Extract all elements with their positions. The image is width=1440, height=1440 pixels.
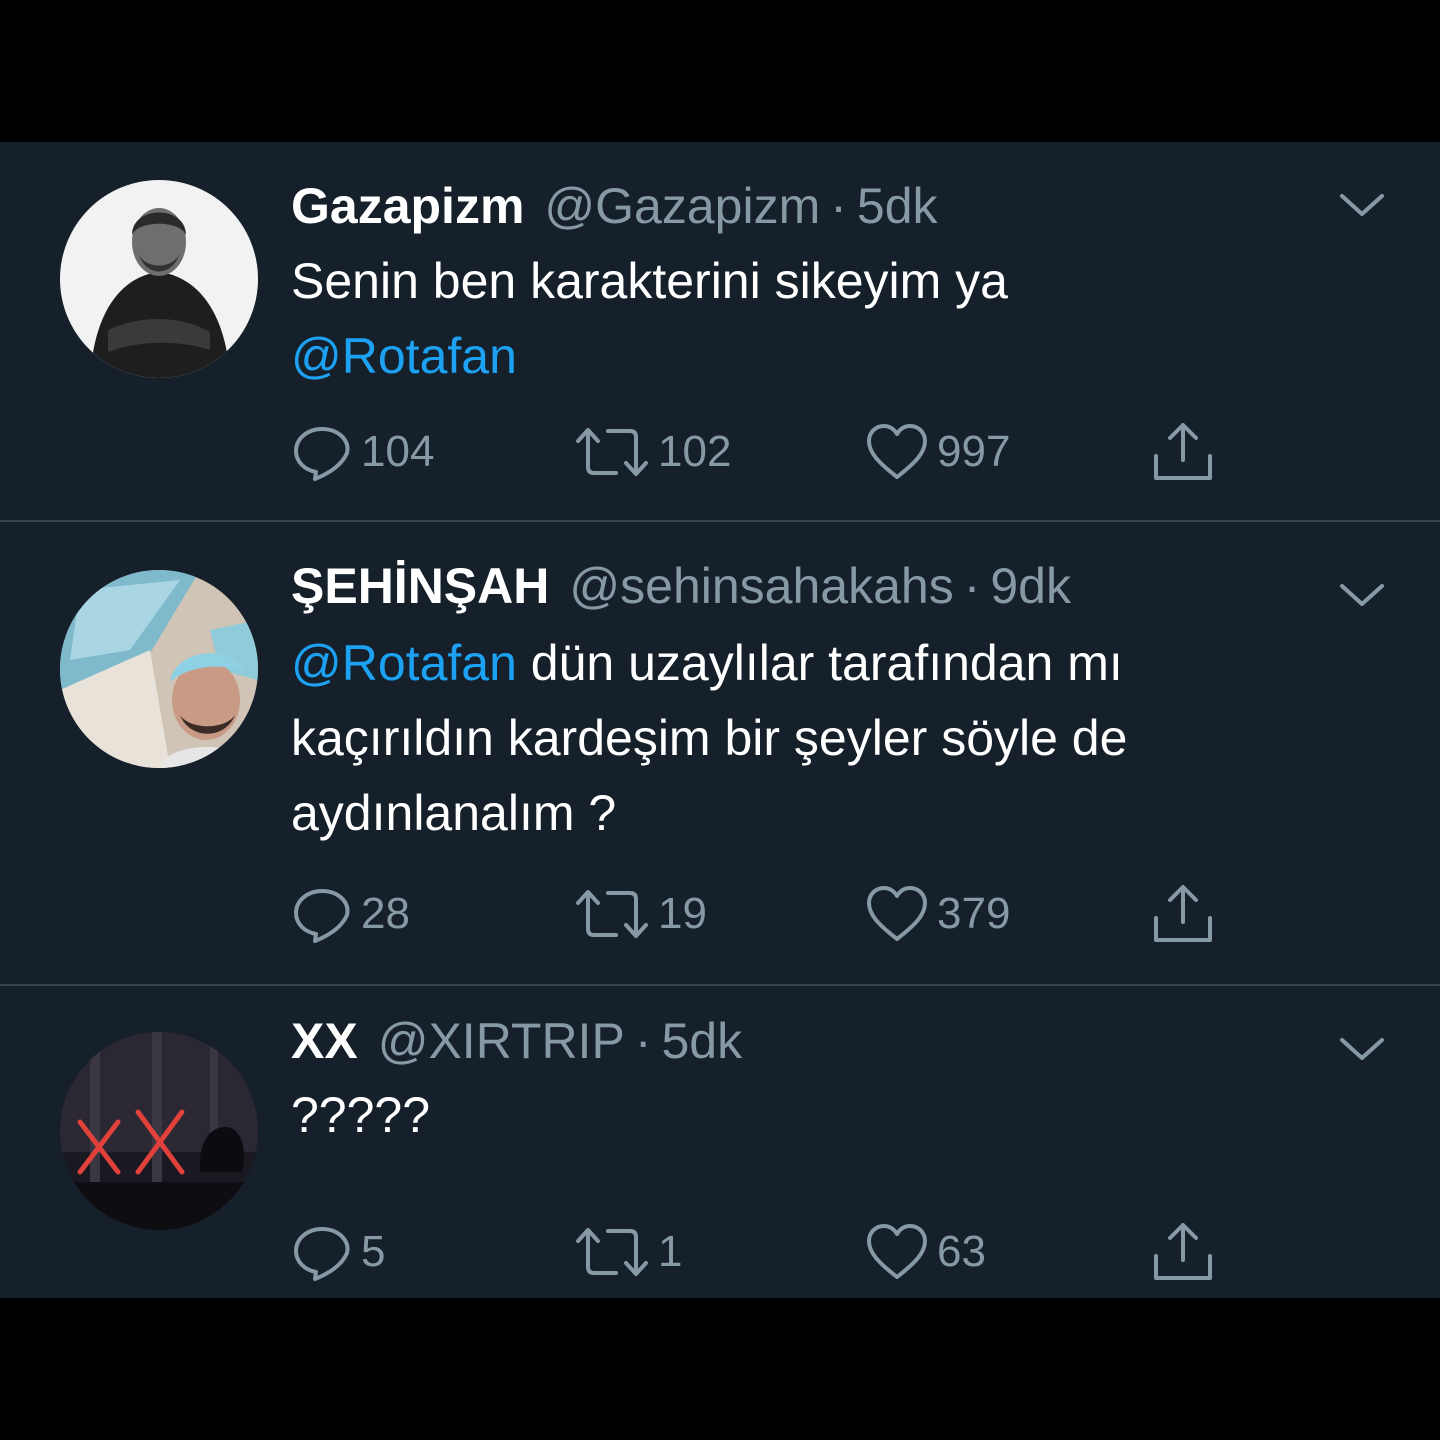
reply-count: 28 <box>361 889 410 938</box>
chevron-down-icon[interactable] <box>1338 1034 1386 1064</box>
timestamp[interactable]: 5dk <box>661 1011 742 1071</box>
tweet-header: ŞEHİNŞAH @sehinsahakahs · 9dk <box>291 551 1071 621</box>
chevron-down-icon[interactable] <box>1338 190 1386 220</box>
reply-icon <box>294 1227 350 1281</box>
tweet-text-line: ????? <box>291 1087 431 1143</box>
share-button[interactable] <box>1151 1219 1215 1285</box>
reply-count: 5 <box>361 1227 386 1276</box>
heart-icon <box>867 886 927 941</box>
retweet-button[interactable]: 1 <box>574 1219 682 1285</box>
heart-icon <box>867 424 927 479</box>
tweet-actions: 104 102 997 <box>291 419 1251 485</box>
retweet-count: 102 <box>658 427 732 476</box>
avatar-image <box>60 180 258 378</box>
heart-icon <box>867 1224 927 1279</box>
avatar-image <box>60 1032 258 1230</box>
retweet-icon <box>576 428 648 476</box>
user-handle[interactable]: @sehinsahakahs <box>569 556 953 616</box>
tweet-header: XX @XIRTRIP · 5dk <box>291 1006 742 1076</box>
retweet-icon <box>576 890 648 938</box>
timestamp[interactable]: 5dk <box>857 176 938 236</box>
separator: · <box>830 178 847 234</box>
share-button[interactable] <box>1151 881 1215 947</box>
like-button[interactable]: 379 <box>865 881 1010 947</box>
display-name[interactable]: ŞEHİNŞAH <box>291 556 549 616</box>
tweet-actions: 28 19 379 <box>291 881 1251 947</box>
separator: · <box>963 558 981 614</box>
reply-button[interactable]: 104 <box>291 419 434 485</box>
avatar[interactable] <box>60 1032 258 1230</box>
like-button[interactable]: 997 <box>865 419 1010 485</box>
tweet-text: Senin ben karakterini sikeyim ya @Rotafa… <box>291 244 1371 394</box>
reply-count: 104 <box>361 427 435 476</box>
user-handle[interactable]: @Gazapizm <box>544 176 820 236</box>
chevron-down-icon[interactable] <box>1338 580 1386 610</box>
tweet-actions: 5 1 63 <box>291 1219 1251 1285</box>
retweet-count: 1 <box>658 1227 683 1276</box>
reply-icon <box>294 427 350 481</box>
reply-icon <box>294 889 350 943</box>
retweet-button[interactable]: 19 <box>574 881 707 947</box>
tweet-text: @Rotafan dün uzaylılar tarafından mı kaç… <box>291 626 1371 851</box>
tweet-header: Gazapizm @Gazapizm · 5dk <box>291 171 938 241</box>
timestamp[interactable]: 9dk <box>990 556 1071 616</box>
avatar[interactable] <box>60 570 258 768</box>
tweet-text: ????? <box>291 1078 1371 1153</box>
avatar[interactable] <box>60 180 258 378</box>
reply-button[interactable]: 5 <box>291 1219 385 1285</box>
like-count: 379 <box>937 889 1011 938</box>
user-handle[interactable]: @XIRTRIP <box>378 1011 625 1071</box>
mention-link[interactable]: @Rotafan <box>291 328 517 384</box>
mention-link[interactable]: @Rotafan <box>291 635 517 691</box>
display-name[interactable]: XX <box>291 1011 358 1071</box>
tweet[interactable]: Gazapizm @Gazapizm · 5dk Senin ben karak… <box>0 142 1440 520</box>
avatar-image <box>60 570 258 768</box>
tweet[interactable]: ŞEHİNŞAH @sehinsahakahs · 9dk @Rotafan d… <box>0 522 1440 984</box>
like-count: 63 <box>937 1227 986 1276</box>
retweet-count: 19 <box>658 889 707 938</box>
tweet-text-line: dün uzaylılar tarafından mı <box>516 635 1123 691</box>
retweet-button[interactable]: 102 <box>574 419 731 485</box>
like-button[interactable]: 63 <box>865 1219 986 1285</box>
tweet-text-line: aydınlanalım ? <box>291 785 617 841</box>
share-icon <box>1154 423 1212 480</box>
like-count: 997 <box>937 427 1011 476</box>
separator: · <box>634 1013 652 1069</box>
share-icon <box>1154 885 1212 942</box>
tweet[interactable]: XX @XIRTRIP · 5dk ????? 5 1 63 <box>0 986 1440 1298</box>
reply-button[interactable]: 28 <box>291 881 410 947</box>
display-name[interactable]: Gazapizm <box>291 176 524 236</box>
tweet-text-line: kaçırıldın kardeşim bir şeyler söyle de <box>291 710 1128 766</box>
retweet-icon <box>576 1228 648 1276</box>
share-icon <box>1154 1223 1212 1280</box>
share-button[interactable] <box>1151 419 1215 485</box>
tweet-text-line: Senin ben karakterini sikeyim ya <box>291 253 1008 309</box>
timeline: Gazapizm @Gazapizm · 5dk Senin ben karak… <box>0 142 1440 1298</box>
